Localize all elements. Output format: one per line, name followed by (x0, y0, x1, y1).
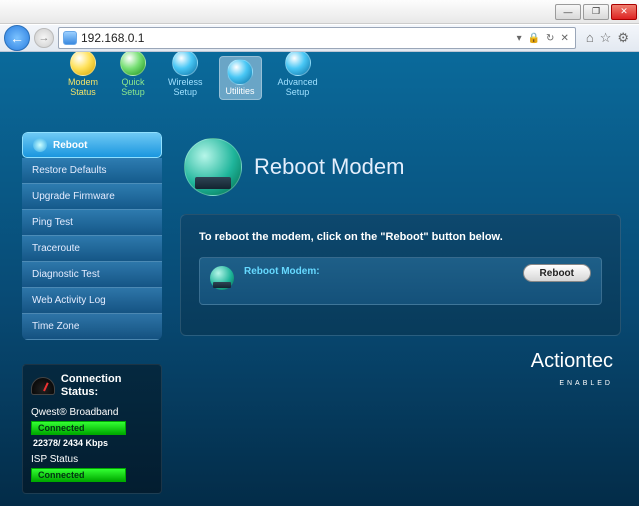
dropdown-icon[interactable]: ▾ (515, 33, 524, 44)
reboot-modem-icon (184, 138, 242, 196)
url-input[interactable] (81, 31, 511, 45)
reboot-label: Reboot Modem: (244, 264, 513, 277)
sidebar-item-label: Reboot (53, 140, 87, 151)
tab-quick-setup[interactable]: Quick Setup (114, 52, 152, 100)
sidebar-item-ping-test[interactable]: Ping Test (22, 210, 162, 236)
top-nav: Modem Status Quick Setup Wireless Setup … (0, 52, 639, 102)
sidebar-item-restore-defaults[interactable]: Restore Defaults (22, 158, 162, 184)
favorites-icon[interactable]: ☆ (600, 30, 612, 46)
reboot-instruction: To reboot the modem, click on the "Reboo… (199, 231, 602, 243)
home-icon[interactable]: ⌂ (586, 30, 594, 46)
stop-icon[interactable]: ✕ (558, 33, 570, 44)
back-button[interactable]: ← (4, 25, 30, 51)
forward-button[interactable]: → (34, 28, 54, 48)
tab-utilities[interactable]: Utilities (219, 56, 262, 100)
modem-status-icon (70, 52, 96, 76)
brand-name: Actiontec (531, 350, 613, 372)
main-content: Reboot Modem To reboot the modem, click … (180, 132, 621, 336)
brand-logo: Actiontec ENABLED (531, 352, 613, 388)
window-maximize-button[interactable]: ❐ (583, 4, 609, 20)
broadband-status: Connected (31, 421, 126, 435)
reboot-action-row: Reboot Modem: Reboot (199, 257, 602, 305)
sidebar-item-label: Restore Defaults (32, 165, 106, 176)
settings-gear-icon[interactable]: ⚙ (617, 30, 629, 46)
lock-icon: 🔒 (526, 33, 542, 44)
isp-status: Connected (31, 468, 126, 482)
refresh-icon[interactable]: ↻ (544, 33, 556, 44)
modem-admin-page: Modem Status Quick Setup Wireless Setup … (0, 52, 639, 506)
utilities-icon (227, 59, 253, 85)
brand-sub: ENABLED (559, 380, 613, 387)
sidebar-item-label: Upgrade Firmware (32, 191, 115, 202)
tab-label: Setup (286, 88, 310, 98)
tab-label: Status (70, 88, 96, 98)
sidebar-item-upgrade-firmware[interactable]: Upgrade Firmware (22, 184, 162, 210)
utilities-menu: Reboot Restore Defaults Upgrade Firmware… (22, 132, 162, 340)
tab-advanced-setup[interactable]: Advanced Setup (272, 52, 324, 100)
tab-label: Utilities (226, 87, 255, 97)
reboot-button[interactable]: Reboot (523, 264, 591, 282)
sidebar-item-label: Web Activity Log (32, 295, 106, 306)
isp-label: ISP Status (31, 454, 153, 465)
connection-speed: 22378/ 2434 Kbps (33, 438, 153, 448)
gauge-icon (31, 377, 55, 395)
window-minimize-button[interactable]: — (555, 4, 581, 20)
connection-status-box: Connection Status: Qwest® Broadband Conn… (22, 364, 162, 494)
sidebar-item-web-activity-log[interactable]: Web Activity Log (22, 288, 162, 314)
address-bar[interactable]: ▾ 🔒 ↻ ✕ (58, 27, 576, 49)
url-controls: ▾ 🔒 ↻ ✕ (515, 33, 571, 44)
tab-modem-status[interactable]: Modem Status (62, 52, 104, 100)
sidebar-item-reboot[interactable]: Reboot (22, 132, 162, 158)
quick-setup-icon (120, 52, 146, 76)
tab-label: Setup (121, 88, 145, 98)
window-titlebar: — ❐ ✕ (0, 0, 639, 24)
sidebar-item-traceroute[interactable]: Traceroute (22, 236, 162, 262)
sidebar: Reboot Restore Defaults Upgrade Firmware… (22, 132, 162, 494)
sidebar-item-label: Traceroute (32, 243, 80, 254)
tab-wireless-setup[interactable]: Wireless Setup (162, 52, 209, 100)
window-close-button[interactable]: ✕ (611, 4, 637, 20)
sidebar-item-label: Time Zone (32, 321, 79, 332)
sidebar-item-label: Diagnostic Test (32, 269, 100, 280)
broadband-label: Qwest® Broadband (31, 407, 153, 418)
tab-label: Setup (174, 88, 198, 98)
sidebar-item-time-zone[interactable]: Time Zone (22, 314, 162, 340)
ie-icon (63, 31, 77, 45)
browser-navbar: ← → ▾ 🔒 ↻ ✕ ⌂ ☆ ⚙ (0, 24, 639, 52)
page-title: Reboot Modem (254, 154, 404, 180)
reboot-panel: To reboot the modem, click on the "Reboo… (180, 214, 621, 336)
reboot-icon (33, 138, 47, 152)
connection-status-title: Connection Status: (61, 373, 153, 399)
reboot-small-icon (210, 266, 234, 290)
advanced-setup-icon (285, 52, 311, 76)
wireless-setup-icon (172, 52, 198, 76)
sidebar-item-diagnostic-test[interactable]: Diagnostic Test (22, 262, 162, 288)
sidebar-item-label: Ping Test (32, 217, 73, 228)
